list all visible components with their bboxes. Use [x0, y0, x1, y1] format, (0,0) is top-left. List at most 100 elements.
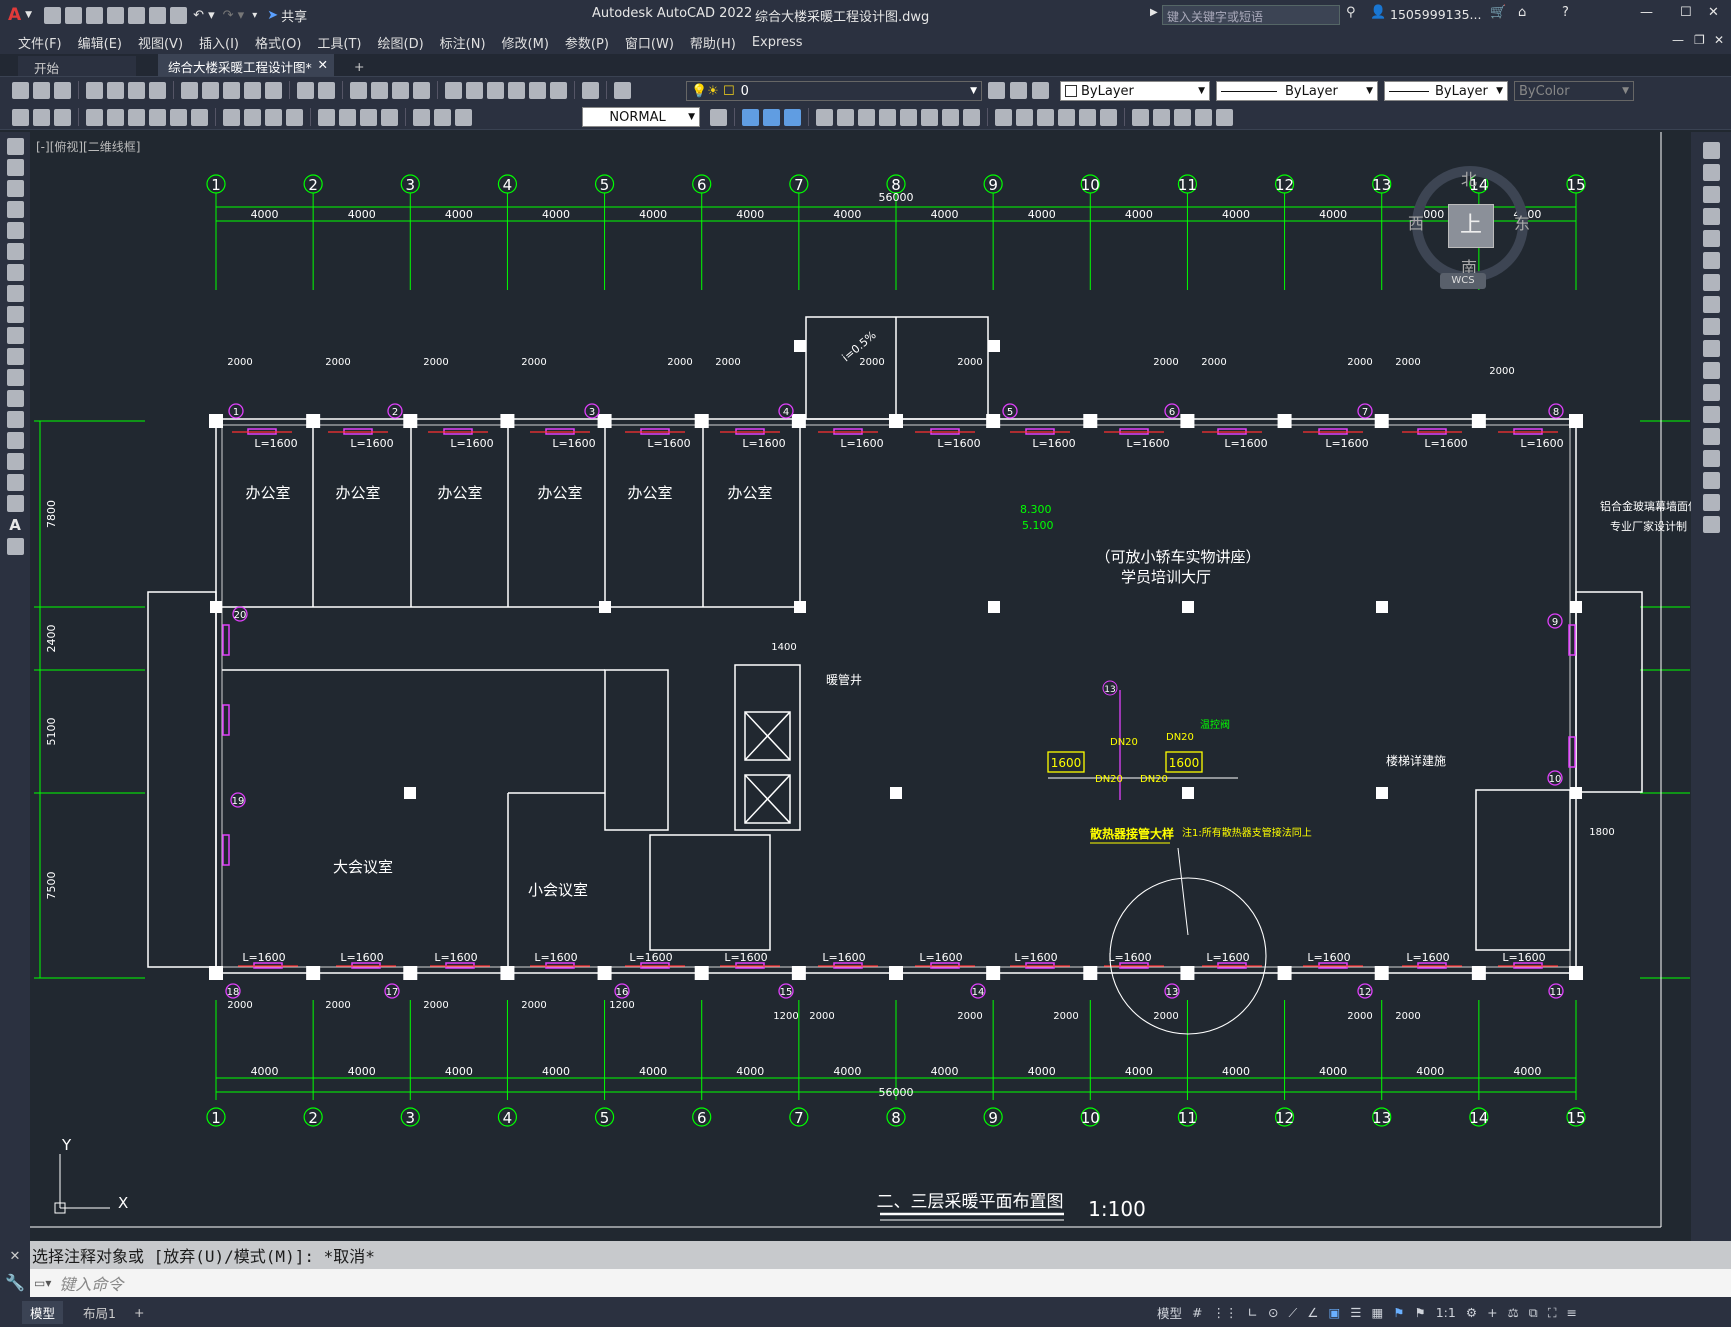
copy-icon[interactable] [202, 81, 219, 99]
save-as-icon[interactable] [107, 6, 125, 24]
undo-icon[interactable] [297, 81, 314, 99]
gradient-icon[interactable] [6, 453, 24, 470]
table-icon[interactable] [6, 495, 24, 512]
menu-parametric[interactable]: 参数(P) [557, 33, 617, 52]
chamfer-icon[interactable] [1079, 108, 1096, 126]
autocad-logo[interactable]: A [8, 5, 21, 25]
wcs-dropdown[interactable]: WCS [1440, 273, 1486, 289]
dim-diameter-icon[interactable] [170, 108, 187, 126]
object-snap-icon[interactable]: ▣ [1328, 1305, 1340, 1320]
drawing-viewport[interactable]: [-][俯视][二维线框] 1 1 4000 4000 2 2 4000 4000 3 3 4000… [30, 132, 1691, 1241]
array-icon[interactable] [900, 108, 917, 126]
menu-view[interactable]: 视图(V) [130, 33, 191, 52]
dim-radius-icon[interactable] [149, 108, 166, 126]
ellipse-icon[interactable] [6, 327, 24, 344]
break-icon[interactable] [1702, 406, 1720, 423]
doc-minimize-button[interactable]: — [1672, 33, 1684, 47]
array-icon[interactable] [1702, 230, 1720, 247]
tab-drawing[interactable]: 综合大楼采暖工程设计图* ✕ [158, 54, 334, 76]
arc-icon[interactable] [6, 243, 24, 260]
chamfer-icon[interactable] [1702, 450, 1720, 467]
plus-icon[interactable]: + [1487, 1305, 1497, 1320]
save-icon[interactable] [86, 6, 104, 24]
scale-icon[interactable] [1702, 296, 1720, 313]
markup-icon[interactable] [529, 81, 546, 99]
qdim-icon[interactable] [223, 108, 240, 126]
dim-jog-icon[interactable] [286, 108, 303, 126]
rotate-icon[interactable] [921, 108, 938, 126]
jogged-linear-icon[interactable] [381, 108, 398, 126]
construction-line-icon[interactable] [6, 159, 24, 176]
search-expand-icon[interactable]: ▶ [1150, 7, 1158, 18]
compass-west-label[interactable]: 西 [1408, 210, 1424, 234]
search-icon[interactable]: ⚲ [1346, 5, 1356, 20]
dim-arc-icon[interactable] [54, 108, 71, 126]
menu-format[interactable]: 格式(O) [247, 33, 309, 52]
menu-help[interactable]: 帮助(H) [682, 33, 744, 52]
command-close-icon[interactable]: ✕ [0, 1241, 30, 1269]
menu-dimension[interactable]: 标注(N) [432, 33, 494, 52]
tab-layout1[interactable]: 布局1 [75, 1301, 124, 1324]
cart-icon[interactable]: 🛒 [1490, 5, 1506, 20]
compass-east-label[interactable]: 东 [1514, 210, 1530, 234]
offset-icon[interactable] [1702, 208, 1720, 225]
design-center-icon[interactable] [466, 81, 483, 99]
save-web-icon[interactable] [149, 6, 167, 24]
dim-linear-icon[interactable] [12, 108, 29, 126]
copy-object-icon[interactable] [837, 108, 854, 126]
properties-icon[interactable] [445, 81, 462, 99]
scale-icon[interactable] [942, 108, 959, 126]
customize-icon[interactable]: ≡ [1566, 1305, 1576, 1320]
dimstyle-dropdown[interactable]: NORMAL ▼ [582, 107, 700, 127]
trim-icon[interactable] [995, 108, 1012, 126]
layer-dropdown[interactable]: 💡☀ ☐ 0 ▼ [686, 81, 982, 101]
block-editor-icon[interactable] [265, 81, 282, 99]
maximize-button[interactable]: ☐ [1680, 5, 1692, 20]
tolerance-icon[interactable] [318, 108, 335, 126]
isolate-objects-icon[interactable]: ⧉ [1529, 1305, 1538, 1321]
match-properties-icon[interactable] [244, 81, 261, 99]
line-tool-icon[interactable] [6, 138, 24, 155]
dim-ordinate-icon[interactable] [128, 108, 145, 126]
polyline-icon[interactable] [6, 180, 24, 197]
search-input[interactable]: 键入关键字或短语 [1162, 5, 1340, 25]
menu-file[interactable]: 文件(F) [10, 33, 70, 52]
tool-palettes-icon[interactable] [487, 81, 504, 99]
make-block-icon[interactable] [1153, 108, 1170, 126]
new-tab-button[interactable]: + [346, 57, 372, 76]
make-current-layer-icon[interactable] [988, 82, 1005, 99]
color-dropdown[interactable]: ByLayer ▼ [1060, 81, 1210, 101]
explode-icon[interactable] [1702, 516, 1720, 533]
command-customize-icon[interactable]: 🔧 [0, 1269, 30, 1297]
move-icon[interactable] [1702, 252, 1720, 269]
redo-icon[interactable] [318, 81, 335, 99]
snap-icon[interactable]: ⋮⋮ [1213, 1305, 1238, 1320]
grid-icon[interactable]: # [1192, 1305, 1202, 1320]
add-layout-button[interactable]: + [134, 1305, 144, 1320]
ellipse-arc-icon[interactable] [6, 348, 24, 365]
menu-insert[interactable]: 插入(I) [191, 33, 247, 52]
cut-icon[interactable] [181, 81, 198, 99]
dim-style-icon[interactable] [710, 108, 727, 126]
close-window-button[interactable]: ✕ [1708, 5, 1719, 20]
doc-close-button[interactable]: ✕ [1714, 33, 1724, 47]
undo-icon[interactable]: ↶ ▾ [193, 8, 215, 23]
draworder-back-icon[interactable] [763, 108, 780, 126]
add-selected-icon[interactable] [6, 538, 24, 555]
break-icon[interactable] [1037, 108, 1054, 126]
quickcalc-icon[interactable] [550, 81, 567, 99]
stretch-icon[interactable] [963, 108, 980, 126]
linetype-dropdown[interactable]: ByLayer ▼ [1216, 81, 1378, 101]
3d-print-icon[interactable] [149, 81, 166, 99]
rectangle-icon[interactable] [6, 222, 24, 239]
share-icon[interactable]: ➤ [267, 8, 278, 23]
erase-icon[interactable] [1702, 142, 1720, 159]
gradient-icon[interactable] [1216, 108, 1233, 126]
offset-icon[interactable] [879, 108, 896, 126]
move-icon[interactable] [816, 108, 833, 126]
dim-space-icon[interactable] [244, 108, 261, 126]
annotation-scale[interactable]: 1:1 [1436, 1305, 1456, 1320]
menu-window[interactable]: 窗口(W) [617, 33, 682, 52]
open-file-icon[interactable] [65, 6, 83, 24]
new-file-icon[interactable] [44, 6, 62, 24]
